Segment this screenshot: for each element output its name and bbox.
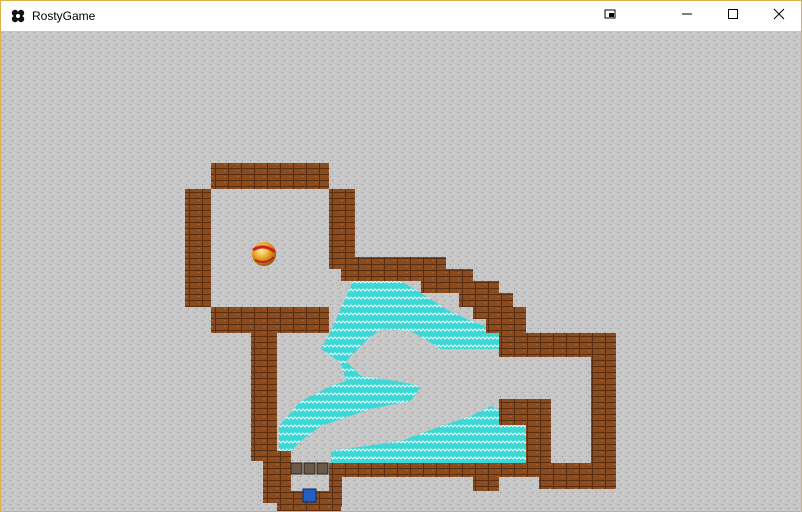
ball[interactable] — [252, 242, 276, 266]
minimize-button[interactable] — [664, 1, 710, 31]
compact-overlay-icon — [604, 7, 616, 25]
game-scene — [1, 31, 801, 511]
compact-overlay-button[interactable] — [587, 1, 633, 31]
minimize-icon — [681, 7, 693, 25]
maximize-button[interactable] — [710, 1, 756, 31]
app-window: RostyGame — [0, 0, 802, 512]
maximize-icon — [727, 7, 739, 25]
close-button[interactable] — [756, 1, 802, 31]
player-block[interactable] — [302, 488, 317, 503]
crate-row — [290, 462, 329, 475]
game-canvas[interactable] — [1, 31, 801, 511]
title-bar[interactable]: RostyGame — [1, 1, 801, 31]
window-title: RostyGame — [32, 9, 96, 23]
close-icon — [773, 7, 785, 25]
app-icon — [10, 8, 26, 24]
